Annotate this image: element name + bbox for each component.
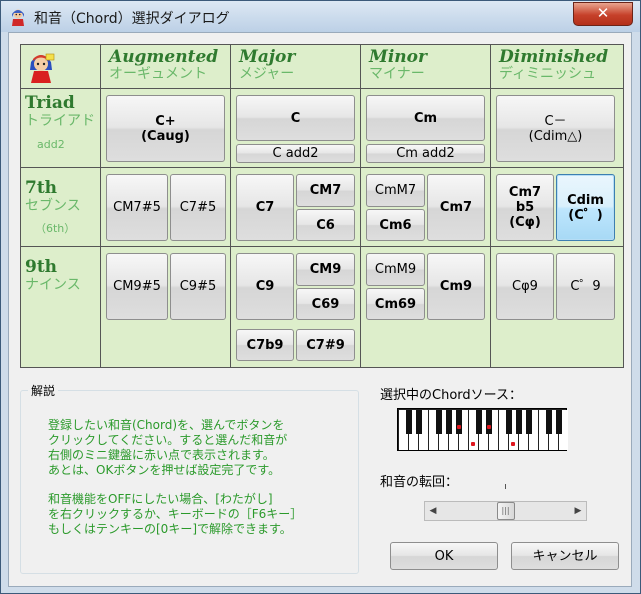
column-title: Minor <box>369 47 427 67</box>
chord-note-marker <box>471 442 475 446</box>
window-title: 和音（Chord）選択ダイアログ <box>34 11 230 27</box>
mascot-icon <box>30 53 55 83</box>
chord-button-cmadd2[interactable]: Cm add2 <box>366 144 485 163</box>
grid-divider <box>21 246 623 247</box>
row-title: 9th <box>25 257 58 277</box>
description-line: もしくはテンキーの[0キー]で解除できます。 <box>48 522 292 536</box>
column-header-major: Major メジャー <box>239 47 365 83</box>
row-note: （6th） <box>35 222 76 235</box>
chord-button-c7s5[interactable]: C7#5 <box>170 174 226 241</box>
chord-button-cadd2[interactable]: C add2 <box>236 144 355 163</box>
chord-button-cdim-triad[interactable]: C－ (Cdim△) <box>496 95 615 162</box>
row-subtitle: セブンス <box>25 198 81 214</box>
chord-note-marker <box>457 425 461 429</box>
column-header-augmented: Augmented オーギュメント <box>109 47 235 83</box>
chord-dialog-window: 和音（Chord）選択ダイアログ ✕ Augmented オーギュメント Maj… <box>0 0 641 594</box>
black-key <box>446 410 452 434</box>
dialog-client-area: Augmented オーギュメント Major メジャー Minor マイナー … <box>8 32 632 587</box>
black-key <box>476 410 482 434</box>
chord-button-cm7[interactable]: Cm7 <box>427 174 485 241</box>
grid-divider <box>21 88 623 89</box>
chord-button-cm9[interactable]: Cm9 <box>427 253 485 320</box>
row-header-seventh: 7th セブンス （6th） <box>25 178 105 236</box>
grid-divider <box>21 167 623 168</box>
description-label: 解説 <box>28 382 59 399</box>
chord-button-c7[interactable]: C7 <box>236 174 294 241</box>
slider-left-arrow-icon[interactable]: ◀ <box>425 502 441 520</box>
chord-button-cm[interactable]: Cm <box>366 95 485 141</box>
chord-source-label: 選択中のChordソース： <box>380 388 522 403</box>
mini-keyboard <box>397 408 568 451</box>
row-header-ninth: 9th ナインス <box>25 257 105 294</box>
column-header-diminished: Diminished ディミニッシュ <box>499 47 625 83</box>
black-key <box>546 410 552 434</box>
chord-button-c69[interactable]: C69 <box>296 288 355 320</box>
inversion-slider[interactable]: ◀ ||| ▶ <box>424 501 587 521</box>
grid-divider <box>360 45 361 367</box>
slider-thumb[interactable]: ||| <box>496 502 515 520</box>
row-title: 7th <box>25 178 58 198</box>
chord-button-cmaj7[interactable]: CM7 <box>296 174 355 207</box>
column-subtitle: ディミニッシュ <box>499 66 597 82</box>
row-subtitle: ナインス <box>25 277 81 293</box>
close-icon: ✕ <box>596 4 610 22</box>
row-title: Triad <box>25 93 75 113</box>
cancel-button[interactable]: キャンセル <box>511 542 619 570</box>
black-key <box>456 410 462 434</box>
title-bar[interactable]: 和音（Chord）選択ダイアログ ✕ <box>1 1 640 32</box>
chord-button-cm69[interactable]: Cm69 <box>366 288 425 320</box>
chord-button-cm7b5[interactable]: Cm7 b5 (Cφ) <box>496 174 554 241</box>
column-subtitle: メジャー <box>239 66 295 82</box>
description-line: あとは、OKボタンを押せば設定完了です。 <box>48 463 281 477</box>
chord-button-cphi9[interactable]: Cφ9 <box>496 253 554 320</box>
black-key <box>436 410 442 434</box>
chord-button-c7s9[interactable]: C7#9 <box>296 329 355 361</box>
column-title: Diminished <box>499 47 609 67</box>
grid-divider <box>230 45 231 367</box>
grip-icon: ||| <box>501 506 510 515</box>
chord-button-cmm9[interactable]: CmM9 <box>366 253 425 286</box>
chord-button-cmaj9[interactable]: CM9 <box>296 253 355 286</box>
chord-button-c9[interactable]: C9 <box>236 253 294 320</box>
chord-button-c[interactable]: C <box>236 95 355 141</box>
black-key <box>516 410 522 434</box>
chord-grid: Augmented オーギュメント Major メジャー Minor マイナー … <box>20 44 624 368</box>
chord-button-c7b9[interactable]: C7b9 <box>236 329 294 361</box>
black-key <box>506 410 512 434</box>
slider-right-arrow-icon[interactable]: ▶ <box>570 502 586 520</box>
chord-note-marker <box>487 425 491 429</box>
row-header-triad: Triad トライアド add2 <box>25 93 105 151</box>
chord-button-cm9s5[interactable]: CM9#5 <box>106 253 168 320</box>
black-key <box>406 410 412 434</box>
chord-button-cdim7[interactable]: Cdim (C゜) <box>556 174 615 241</box>
chord-button-cdim9[interactable]: C゜9 <box>556 253 615 320</box>
chord-note-marker <box>511 442 515 446</box>
column-title: Major <box>239 47 296 67</box>
black-key <box>486 410 492 434</box>
close-button[interactable]: ✕ <box>573 2 633 26</box>
chord-button-c9s5[interactable]: C9#5 <box>170 253 226 320</box>
inversion-label: 和音の転回： <box>380 475 459 490</box>
chord-button-caug[interactable]: C+ (Caug) <box>106 95 225 162</box>
column-header-minor: Minor マイナー <box>369 47 495 83</box>
chord-button-cmm7[interactable]: CmM7 <box>366 174 425 207</box>
black-key <box>556 410 562 434</box>
column-title: Augmented <box>109 47 219 67</box>
black-key <box>526 410 532 434</box>
chord-button-cm7s5[interactable]: CM7#5 <box>106 174 168 241</box>
chord-button-cm6[interactable]: Cm6 <box>366 209 425 241</box>
column-subtitle: オーギュメント <box>109 66 207 82</box>
chord-button-c6[interactable]: C6 <box>296 209 355 241</box>
slider-tick <box>505 484 506 489</box>
black-key <box>416 410 422 434</box>
column-subtitle: マイナー <box>369 66 425 82</box>
row-subtitle: トライアド <box>25 113 95 129</box>
ok-button[interactable]: OK <box>390 542 498 570</box>
grid-divider <box>490 45 491 367</box>
row-note: add2 <box>37 138 65 151</box>
app-icon <box>12 9 24 26</box>
